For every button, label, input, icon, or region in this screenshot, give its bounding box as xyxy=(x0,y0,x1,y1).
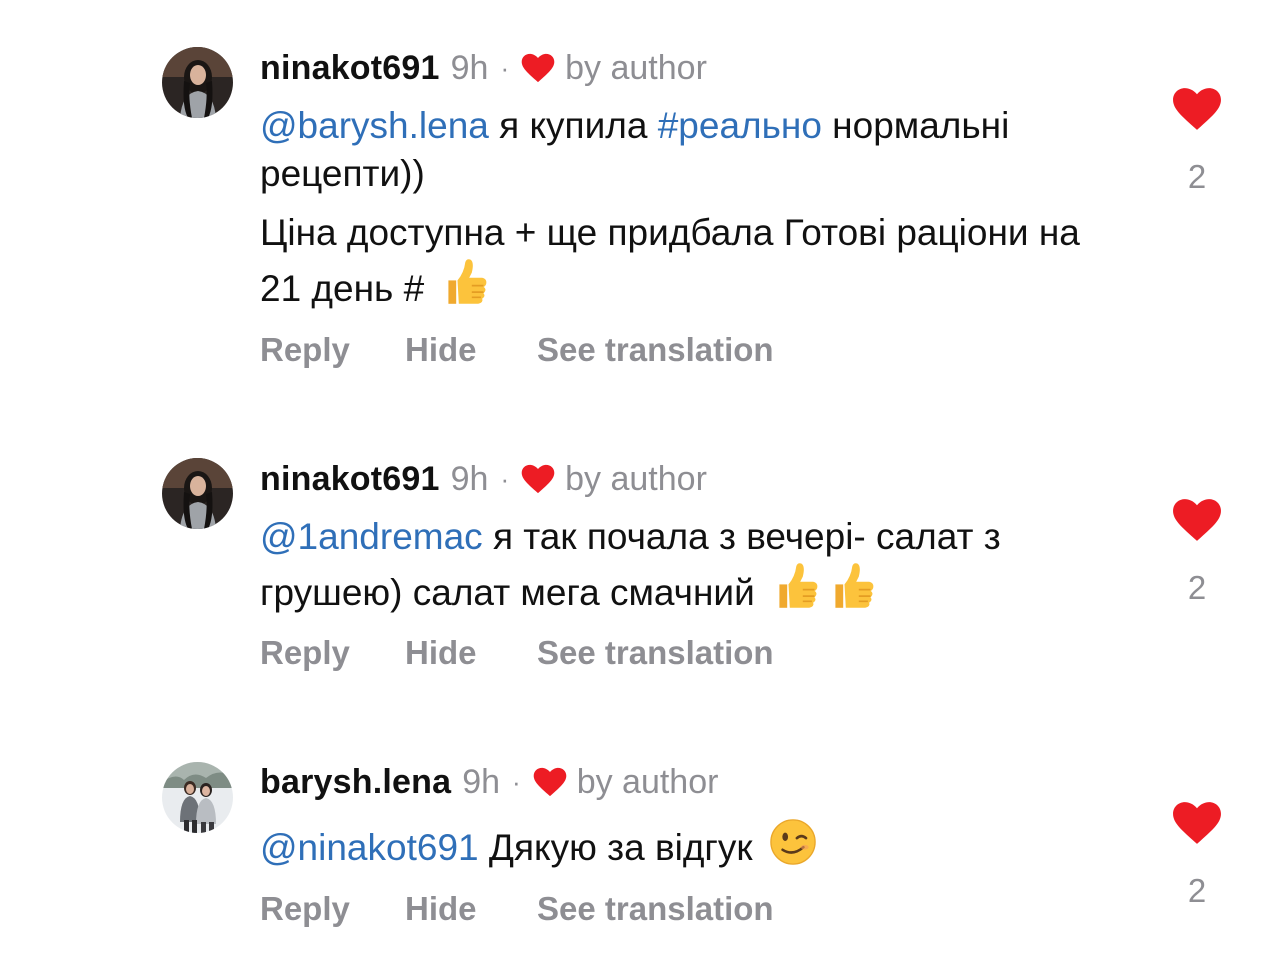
username[interactable]: ninakot691 xyxy=(260,460,440,499)
comment-header: ninakot691 9h · by author xyxy=(260,457,707,501)
timestamp: 9h xyxy=(450,48,489,87)
reply-button[interactable]: Reply xyxy=(260,890,405,928)
like-control: 2 xyxy=(1168,498,1226,607)
reply-button[interactable]: Reply xyxy=(260,331,405,369)
author-badge: by author xyxy=(565,48,707,87)
mention-link[interactable]: @ninakot691 xyxy=(260,827,479,868)
winking-face-emoji xyxy=(767,816,819,880)
comment-body: @barysh.lena я купила #реально нормальні… xyxy=(260,102,1120,321)
mention-link[interactable]: @barysh.lena xyxy=(260,105,489,146)
thumbs-up-emoji xyxy=(769,561,821,625)
comment-text: я купила xyxy=(488,105,658,146)
hide-button[interactable]: Hide xyxy=(405,331,537,369)
author-badge: by author xyxy=(576,762,719,801)
like-control: 2 xyxy=(1168,801,1226,910)
comment-body: @1andremac я так почала з вечері- салат … xyxy=(260,513,1120,625)
heart-icon[interactable] xyxy=(1172,88,1222,135)
hashtag-link[interactable]: #реально xyxy=(658,105,822,146)
comment-paragraph: @barysh.lena я купила #реально нормальні… xyxy=(260,102,1120,198)
comment-paragraph: @1andremac я так почала з вечері- салат … xyxy=(260,513,1120,625)
like-count[interactable]: 2 xyxy=(1168,872,1226,910)
heart-icon xyxy=(533,767,567,797)
timestamp: 9h xyxy=(462,762,501,801)
separator-dot: · xyxy=(512,766,521,797)
comment-header: ninakot691 9h · by author xyxy=(260,46,707,90)
see-translation-button[interactable]: See translation xyxy=(537,890,774,928)
thumbs-up-emoji xyxy=(825,561,877,625)
heart-icon xyxy=(521,464,555,494)
avatar[interactable] xyxy=(162,458,233,529)
like-control: 2 xyxy=(1168,87,1226,196)
avatar[interactable] xyxy=(162,47,233,118)
hide-button[interactable]: Hide xyxy=(405,890,537,928)
like-count[interactable]: 2 xyxy=(1168,569,1226,607)
avatar[interactable] xyxy=(162,762,233,833)
heart-icon[interactable] xyxy=(1172,499,1222,546)
like-count[interactable]: 2 xyxy=(1168,158,1226,196)
comment-text: Дякую за відгук xyxy=(478,827,763,868)
reply-button[interactable]: Reply xyxy=(260,634,405,672)
separator-dot: · xyxy=(500,463,510,494)
timestamp: 9h xyxy=(450,459,489,498)
see-translation-button[interactable]: See translation xyxy=(537,634,774,672)
hide-button[interactable]: Hide xyxy=(405,634,537,672)
comment-paragraph: Ціна доступна + ще придбала Готові раціо… xyxy=(260,209,1120,321)
thumbs-up-emoji xyxy=(438,257,490,321)
comment-text: Ціна доступна + ще придбала Готові раціо… xyxy=(260,212,1080,309)
separator-dot: · xyxy=(500,52,510,83)
comment-actions: Reply Hide See translation xyxy=(260,887,774,931)
comment-actions: Reply Hide See translation xyxy=(260,328,774,372)
username[interactable]: barysh.lena xyxy=(260,763,451,802)
author-badge: by author xyxy=(565,459,707,498)
comment-body: @ninakot691 Дякую за відгук xyxy=(260,816,1120,880)
comment-actions: Reply Hide See translation xyxy=(260,631,774,675)
heart-icon[interactable] xyxy=(1172,802,1222,849)
comment-paragraph: @ninakot691 Дякую за відгук xyxy=(260,816,1120,880)
username[interactable]: ninakot691 xyxy=(260,49,440,88)
mention-link[interactable]: @1andremac xyxy=(260,516,483,557)
heart-icon xyxy=(521,53,555,83)
see-translation-button[interactable]: See translation xyxy=(537,331,774,369)
comment-header: barysh.lena 9h · by author xyxy=(260,760,718,804)
